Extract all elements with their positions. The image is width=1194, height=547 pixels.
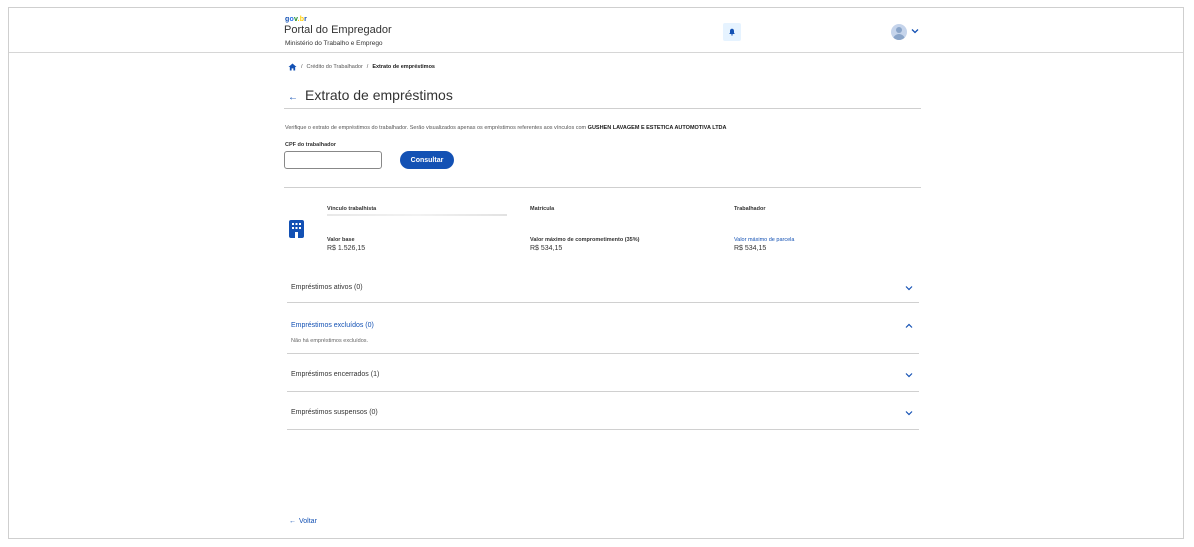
accordion-title: Empréstimos suspensos (0) <box>291 409 378 416</box>
company-name: GUSHEN LAVAGEM E ESTETICA AUTOMOTIVA LTD… <box>587 125 727 131</box>
divider <box>284 108 921 109</box>
chevron-down-icon <box>905 373 913 378</box>
chevron-down-icon <box>905 286 913 291</box>
parcela-link[interactable]: Valor máximo de parcela <box>734 237 794 243</box>
consultar-button[interactable]: Consultar <box>400 151 454 169</box>
home-icon[interactable] <box>288 63 297 71</box>
browser-frame: gov.br Portal do Empregador Ministério d… <box>8 7 1184 539</box>
voltar-label: Voltar <box>299 518 317 525</box>
valor-maximo-value: R$ 534,15 <box>530 245 563 252</box>
trabalhador-label: Trabalhador <box>734 206 766 212</box>
portal-subtitle: Ministério do Trabalho e Emprego <box>285 40 383 47</box>
breadcrumb-current: Extrato de empréstimos <box>372 64 435 70</box>
back-arrow-button[interactable]: ← <box>288 92 298 103</box>
cpf-input[interactable] <box>284 151 382 169</box>
accordion-suspensos[interactable]: Empréstimos suspensos (0) <box>287 392 919 430</box>
bell-icon <box>729 28 735 36</box>
chevron-down-icon <box>905 411 913 416</box>
building-icon <box>289 220 304 238</box>
page-title: Extrato de empréstimos <box>305 87 453 103</box>
cpf-label: CPF do trabalhador <box>285 142 337 148</box>
valor-maximo-label: Valor máximo de comprometimento (35%) <box>530 237 640 243</box>
chevron-down-icon[interactable] <box>910 26 920 36</box>
parcela-value: R$ 534,15 <box>734 245 767 252</box>
empty-message: Não há empréstimos excluídos. <box>291 338 369 344</box>
user-avatar[interactable] <box>891 24 907 40</box>
vinculo-value-redacted <box>327 214 507 216</box>
notifications-button[interactable] <box>723 23 741 41</box>
accordion-encerrados[interactable]: Empréstimos encerrados (1) <box>287 354 919 392</box>
accordion-excluidos[interactable]: Empréstimos excluídos (0) Não há emprést… <box>287 303 919 354</box>
avatar-head <box>896 27 902 33</box>
site-header: gov.br Portal do Empregador Ministério d… <box>9 8 1183 53</box>
page-description: Verifique o extrato de empréstimos do tr… <box>285 125 727 131</box>
arrow-left-icon: ← <box>289 518 296 525</box>
portal-title: Portal do Empregador <box>284 24 392 36</box>
matricula-label: Matrícula <box>530 206 555 212</box>
avatar-torso <box>893 34 905 40</box>
breadcrumb: / Crédito do Trabalhador / Extrato de em… <box>288 63 435 71</box>
breadcrumb-credito[interactable]: Crédito do Trabalhador <box>307 64 363 70</box>
valor-base-label: Valor base <box>327 237 355 243</box>
accordion-title: Empréstimos ativos (0) <box>291 284 363 291</box>
breadcrumb-separator: / <box>301 64 303 70</box>
accordion-ativos[interactable]: Empréstimos ativos (0) <box>287 272 919 303</box>
accordion-title: Empréstimos encerrados (1) <box>291 371 380 378</box>
valor-base-value: R$ 1.526,15 <box>327 245 366 252</box>
vinculo-label: Vínculo trabalhista <box>327 206 377 212</box>
breadcrumb-separator: / <box>366 64 369 70</box>
accordion-title: Empréstimos excluídos (0) <box>291 322 374 329</box>
chevron-up-icon <box>905 323 913 328</box>
divider <box>284 187 921 188</box>
voltar-link[interactable]: ← Voltar <box>289 518 317 525</box>
govbr-logo[interactable]: gov.br <box>285 16 307 23</box>
